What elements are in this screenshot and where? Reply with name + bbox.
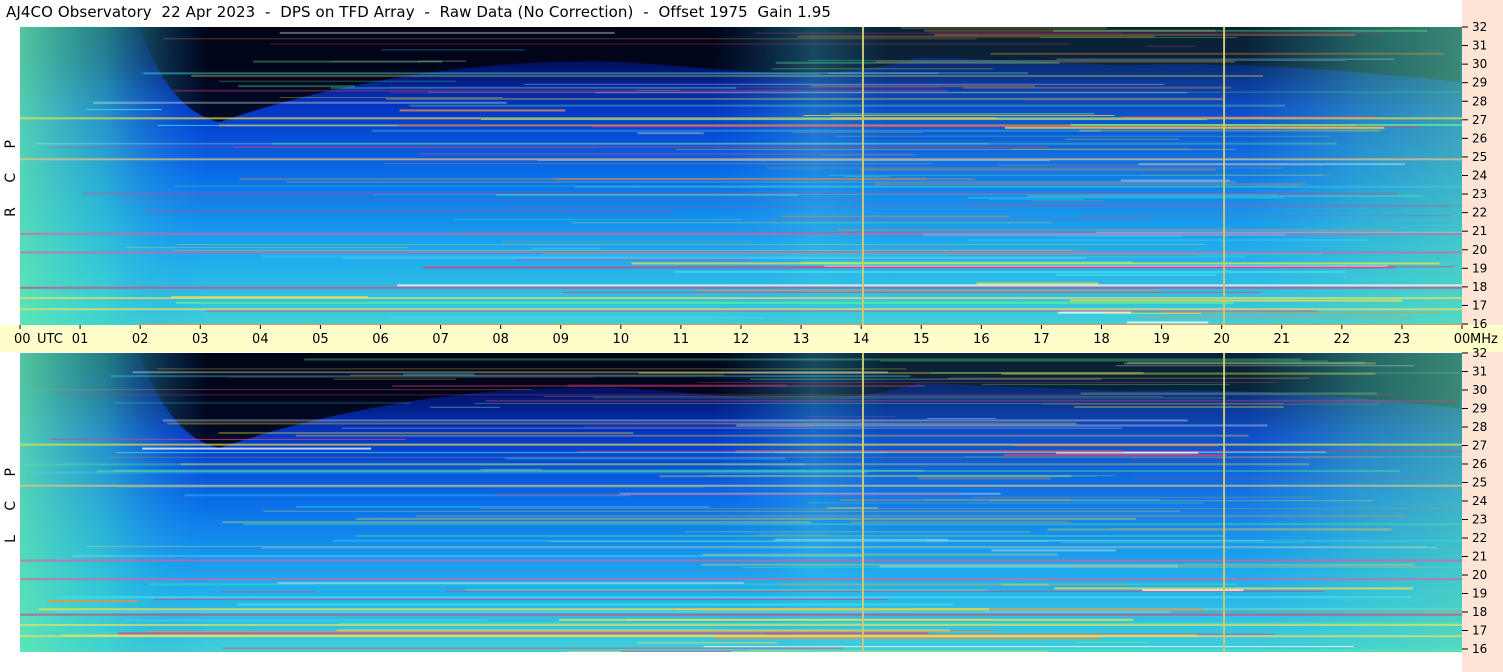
marker-line-2 [1223, 353, 1226, 652]
lcp-label: L C P [3, 458, 19, 543]
mhz-tick-label-rcp: 28 [1472, 94, 1487, 108]
mhz-tick-label-lcp: 21 [1472, 550, 1487, 564]
utc-tick-label: 18 [1093, 332, 1110, 347]
mhz-tick-label-rcp: 31 [1472, 39, 1487, 53]
utc-tick-label: 05 [312, 332, 329, 347]
utc-tick-label: 15 [913, 332, 930, 347]
mhz-tick-label-lcp: 30 [1472, 383, 1487, 397]
marker-line-1 [861, 27, 864, 325]
utc-tick-label: 04 [252, 332, 269, 347]
mhz-tick-label-rcp: 27 [1472, 113, 1487, 127]
utc-tick-label: 13 [793, 332, 810, 347]
mhz-tick-label-rcp: 17 [1472, 298, 1487, 312]
mhz-tick-label-rcp: 20 [1472, 243, 1487, 257]
utc-tick-label: 09 [552, 332, 569, 347]
mhz-tick-label-lcp: 17 [1472, 624, 1487, 638]
mhz-tick-label-lcp: 18 [1472, 605, 1487, 619]
mhz-tick-label-lcp: 24 [1472, 494, 1487, 508]
mhz-tick-label-lcp: 19 [1472, 587, 1487, 601]
utc-tick-label: 16 [973, 332, 990, 347]
mhz-tick-label-rcp: 29 [1472, 76, 1487, 90]
utc-tick-label: 20 [1213, 332, 1230, 347]
utc-tick-label: 11 [673, 332, 690, 347]
utc-tick-label: 22 [1334, 332, 1351, 347]
utc-tick-label: 10 [613, 332, 630, 347]
utc-tick-label: 21 [1273, 332, 1290, 347]
mhz-tick-label-rcp: 18 [1472, 280, 1487, 294]
mhz-tick-label-rcp: 26 [1472, 131, 1487, 145]
mhz-tick-label-lcp: 29 [1472, 402, 1487, 416]
mhz-tick-label-lcp: 16 [1472, 642, 1487, 656]
utc-tick-label: 02 [132, 332, 149, 347]
mhz-tick-label-rcp: 21 [1472, 224, 1487, 238]
mhz-tick-label-rcp: 19 [1472, 261, 1487, 275]
mhz-tick-label-rcp: 24 [1472, 169, 1487, 183]
marker-line-2 [1223, 27, 1226, 325]
mhz-tick-label-rcp: 22 [1472, 206, 1487, 220]
utc-tick-label: 00 [14, 332, 31, 347]
utc-tick-label: 07 [432, 332, 449, 347]
mhz-tick-label-lcp: 28 [1472, 420, 1487, 434]
mhz-tick-label-lcp: 25 [1472, 476, 1487, 490]
utc-tick-label: 17 [1033, 332, 1050, 347]
mhz-tick-label-rcp: 23 [1472, 187, 1487, 201]
utc-tick-label: 06 [372, 332, 389, 347]
mhz-tick-label-lcp: 22 [1472, 531, 1487, 545]
mhz-tick-label-rcp: 16 [1472, 317, 1487, 331]
utc-tick-label: 03 [192, 332, 209, 347]
utc-tick-label: 01 [72, 332, 89, 347]
utc-tick-label: 19 [1153, 332, 1170, 347]
mhz-tick-label-lcp: 27 [1472, 439, 1487, 453]
mhz-tick-label-rcp: 32 [1472, 20, 1487, 34]
mhz-tick-label-rcp: 30 [1472, 57, 1487, 71]
utc-tick-label: 12 [733, 332, 750, 347]
utc-tick-label: 14 [853, 332, 870, 347]
utc-unit-label: UTC [37, 332, 63, 347]
utc-tick-label: 08 [492, 332, 509, 347]
mhz-tick-layer: 32 31 30 29 28 27 26 25 24 23 22 21 20 19 18 17 16 32 31 30… [1462, 20, 1487, 656]
daylight-overlay [20, 27, 1462, 325]
mhz-tick-label-lcp: 31 [1472, 365, 1487, 379]
mhz-tick-label-lcp: 32 [1472, 346, 1487, 360]
lcp-spectrogram [20, 353, 1462, 652]
mhz-tick-label-lcp: 26 [1472, 457, 1487, 471]
rcp-label: R C P [3, 130, 19, 217]
chart-title: AJ4CO Observatory 22 Apr 2023 - DPS on T… [6, 3, 832, 21]
utc-tick-layer: 00 01 02 03 04 05 06 07 08 09 10 11 12 13 14 15 16 17 18 19… [14, 325, 1498, 347]
mhz-tick-label-lcp: 23 [1472, 513, 1487, 527]
rcp-spectrogram [20, 27, 1462, 325]
utc-tick-label: 23 [1394, 332, 1411, 347]
mhz-tick-label-lcp: 20 [1472, 568, 1487, 582]
mhz-tick-label-rcp: 25 [1472, 150, 1487, 164]
marker-line-1 [861, 353, 864, 652]
